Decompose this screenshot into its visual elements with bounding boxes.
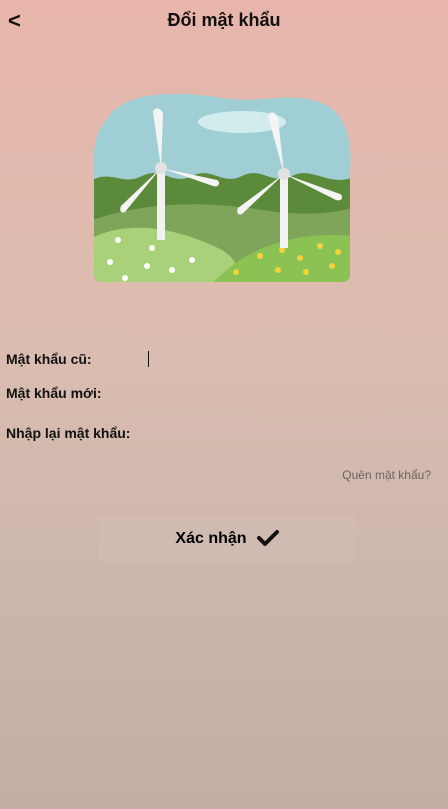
forgot-password-link[interactable]: Quên mật khẩu? <box>342 468 431 482</box>
confirm-password-label: Nhập lại mật khẩu: <box>6 425 131 441</box>
confirm-button-label: Xác nhận <box>175 530 247 547</box>
new-password-input[interactable] <box>101 382 356 404</box>
old-password-input[interactable] <box>148 348 353 370</box>
old-password-row: Mật khẩu cũ: <box>6 347 353 371</box>
confirm-button[interactable]: Xác nhận <box>98 516 356 562</box>
check-icon <box>256 529 279 550</box>
new-password-row: Mật khẩu mới: <box>6 381 356 405</box>
old-password-label: Mật khẩu cũ: <box>6 351 92 367</box>
header: < Đổi mật khẩu <box>0 0 448 44</box>
new-password-label: Mật khẩu mới: <box>6 385 102 401</box>
page-title: Đổi mật khẩu <box>167 10 281 30</box>
confirm-password-input[interactable] <box>130 422 385 444</box>
confirm-password-row: Nhập lại mật khẩu: <box>6 421 385 445</box>
wind-turbines-illustration <box>92 90 352 284</box>
